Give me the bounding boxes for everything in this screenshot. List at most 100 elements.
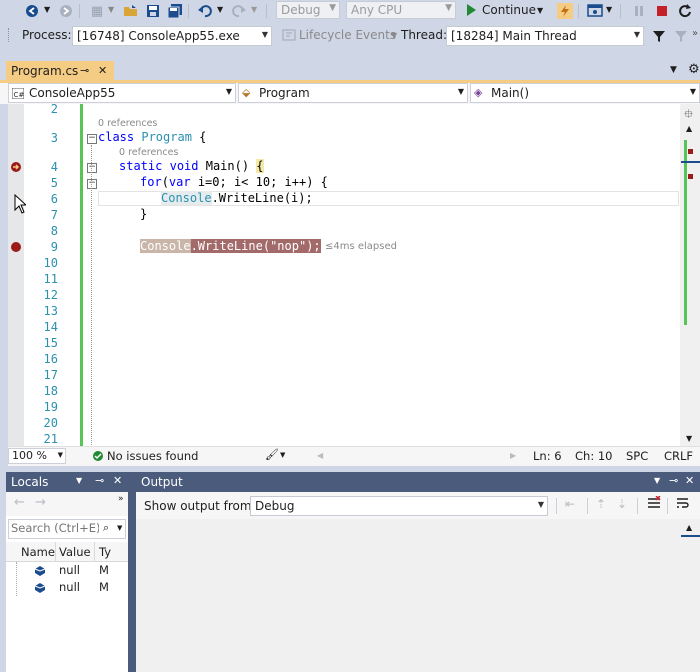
locals-search-input[interactable] xyxy=(11,521,99,535)
output-title-bar[interactable]: Output ▼ ⊸ ✕ xyxy=(136,472,700,492)
tab-list-dropdown-icon[interactable]: ▼ xyxy=(670,65,677,75)
navigate-forward-icon[interactable] xyxy=(57,2,75,20)
table-row[interactable]: null M xyxy=(6,562,128,579)
breakpoint-margin[interactable] xyxy=(8,104,24,446)
code-text: ); xyxy=(306,239,321,253)
scrollbar-marker-breakpoint xyxy=(688,149,693,154)
search-back-icon[interactable]: ← xyxy=(14,495,25,510)
continue-dropdown-icon[interactable]: ▼ xyxy=(537,6,543,15)
new-project-dropdown-icon[interactable]: ▼ xyxy=(108,5,114,14)
code-editor[interactable] xyxy=(8,104,680,446)
project-select[interactable]: C# ConsoleApp55 ▼ xyxy=(8,83,236,103)
toggle-word-wrap-icon[interactable] xyxy=(676,496,690,513)
filter-icon[interactable] xyxy=(650,27,668,45)
process-value: [16748] ConsoleApp55.exe xyxy=(77,29,240,43)
output-vertical-scrollbar[interactable]: ▲ xyxy=(680,519,700,672)
pin-window-icon[interactable]: ⊸ xyxy=(95,474,104,487)
find-message-in-code-icon[interactable]: ⇤ xyxy=(565,497,575,511)
open-folder-icon[interactable] xyxy=(122,2,140,20)
flag-threads-icon[interactable] xyxy=(672,27,690,45)
member-select[interactable]: ◈ Main() ▼ xyxy=(470,83,700,103)
zoom-select[interactable]: 100 % ▼ xyxy=(8,448,66,464)
output-toolbar: Show output from: Debug ▼ ⇤ ⇡ ⇣ xyxy=(136,492,700,519)
table-row[interactable]: null M xyxy=(6,579,128,596)
line-number: 16 xyxy=(43,352,58,366)
browser-link-icon[interactable] xyxy=(586,2,604,20)
pin-tab-icon[interactable]: ⊸ xyxy=(80,64,89,77)
toolbar-separator xyxy=(556,498,557,514)
clear-all-icon[interactable] xyxy=(647,495,661,513)
save-all-icon[interactable] xyxy=(166,2,184,20)
pause-icon[interactable] xyxy=(630,2,648,20)
code-cleanup-icon[interactable]: 🖌 xyxy=(265,448,279,461)
close-window-icon[interactable]: ✕ xyxy=(113,474,122,487)
close-window-icon[interactable]: ✕ xyxy=(685,474,694,487)
scroll-left-icon[interactable]: ◀ xyxy=(317,451,323,460)
next-message-icon[interactable]: ⇣ xyxy=(617,497,627,511)
split-editor-icon[interactable]: ⯐ xyxy=(684,105,693,126)
locals-search-box[interactable]: ⌕ ▼ xyxy=(8,519,126,539)
window-position-icon[interactable]: ▼ xyxy=(76,476,82,485)
window-position-icon[interactable]: ▼ xyxy=(654,476,660,485)
redo-icon[interactable] xyxy=(230,2,248,20)
output-window: Output ▼ ⊸ ✕ Show output from: Debug ▼ ⇤… xyxy=(136,472,700,672)
search-icon[interactable]: ⌕ xyxy=(103,521,109,535)
whitespace-indicator[interactable]: SPC xyxy=(626,449,648,463)
scroll-up-icon[interactable]: ▲ xyxy=(686,124,692,133)
line-number: 13 xyxy=(43,304,58,318)
column-header-value[interactable]: Value xyxy=(59,545,91,559)
code-cleanup-dropdown-icon[interactable]: ▼ xyxy=(280,451,285,459)
scroll-right-icon[interactable]: ▶ xyxy=(510,451,516,460)
undo-icon[interactable] xyxy=(196,2,214,20)
collapse-icon[interactable]: − xyxy=(87,134,97,144)
locals-title-bar[interactable]: Locals ▼ ⊸ ✕ xyxy=(6,472,128,492)
output-text-area[interactable] xyxy=(136,519,680,672)
solution-configuration-select[interactable]: Debug ▼ xyxy=(276,1,340,19)
browser-link-dropdown-icon[interactable]: ▼ xyxy=(606,5,612,14)
new-project-icon[interactable]: ▦ xyxy=(88,2,106,20)
column-header-name[interactable]: Name xyxy=(21,545,55,559)
thread-select[interactable]: [18284] Main Thread ▼ xyxy=(446,26,644,46)
column-header-type[interactable]: Ty xyxy=(99,545,111,559)
output-source-select[interactable]: Debug ▼ xyxy=(250,496,548,516)
navigate-back-dropdown-icon[interactable]: ▼ xyxy=(44,5,50,14)
undo-dropdown-icon[interactable]: ▼ xyxy=(217,5,223,14)
toolbar-overflow-icon[interactable]: » xyxy=(692,28,698,39)
previous-message-icon[interactable]: ⇡ xyxy=(596,497,606,511)
breakpoint-icon[interactable] xyxy=(10,241,22,256)
scroll-up-icon[interactable]: ▲ xyxy=(686,523,692,532)
class-select[interactable]: ⬙ Program ▼ xyxy=(238,83,468,103)
scroll-down-icon[interactable]: ▼ xyxy=(686,434,692,443)
process-select[interactable]: [16748] ConsoleApp55.exe ▼ xyxy=(72,26,272,46)
restart-icon[interactable] xyxy=(676,2,694,20)
lifecycle-events-button[interactable]: Lifecycle Events ▼ xyxy=(280,26,402,46)
continue-button[interactable]: Continue ▼ xyxy=(462,1,548,21)
pin-window-icon[interactable]: ⊸ xyxy=(669,474,678,487)
navigate-back-icon[interactable] xyxy=(23,2,41,20)
search-options-dropdown-icon[interactable]: ▼ xyxy=(117,524,122,532)
issues-label[interactable]: No issues found xyxy=(107,449,198,463)
column-divider[interactable] xyxy=(94,542,95,561)
settings-gear-icon[interactable]: ⚙ xyxy=(688,62,700,77)
hot-reload-icon[interactable] xyxy=(556,2,574,20)
redo-dropdown-icon[interactable]: ▼ xyxy=(251,5,257,14)
scrollbar-thumb[interactable] xyxy=(684,140,687,325)
toolbar-grip xyxy=(8,28,12,42)
perf-tip-elapsed[interactable]: ≤4ms elapsed xyxy=(325,241,397,252)
solution-platform-select[interactable]: Any CPU ▼ xyxy=(346,1,456,19)
brace-match: { xyxy=(256,159,264,173)
codelens-references-main[interactable]: 0 references xyxy=(119,147,178,158)
stop-icon[interactable] xyxy=(653,2,671,20)
search-forward-icon[interactable]: → xyxy=(35,495,46,510)
editor-vertical-scrollbar[interactable]: ⯐ ▲ ▼ xyxy=(680,104,700,446)
codelens-references-class[interactable]: 0 references xyxy=(98,118,157,129)
line-number: 14 xyxy=(43,320,58,334)
save-icon[interactable] xyxy=(144,2,162,20)
line-ending-indicator[interactable]: CRLF xyxy=(664,449,693,463)
overflow-icon[interactable]: » xyxy=(118,494,124,504)
no-issues-check-icon[interactable] xyxy=(92,450,104,465)
close-tab-icon[interactable]: ✕ xyxy=(98,64,107,77)
column-divider[interactable] xyxy=(55,542,56,561)
panel-splitter[interactable] xyxy=(128,472,136,672)
breakpoint-current-icon[interactable] xyxy=(10,161,22,176)
